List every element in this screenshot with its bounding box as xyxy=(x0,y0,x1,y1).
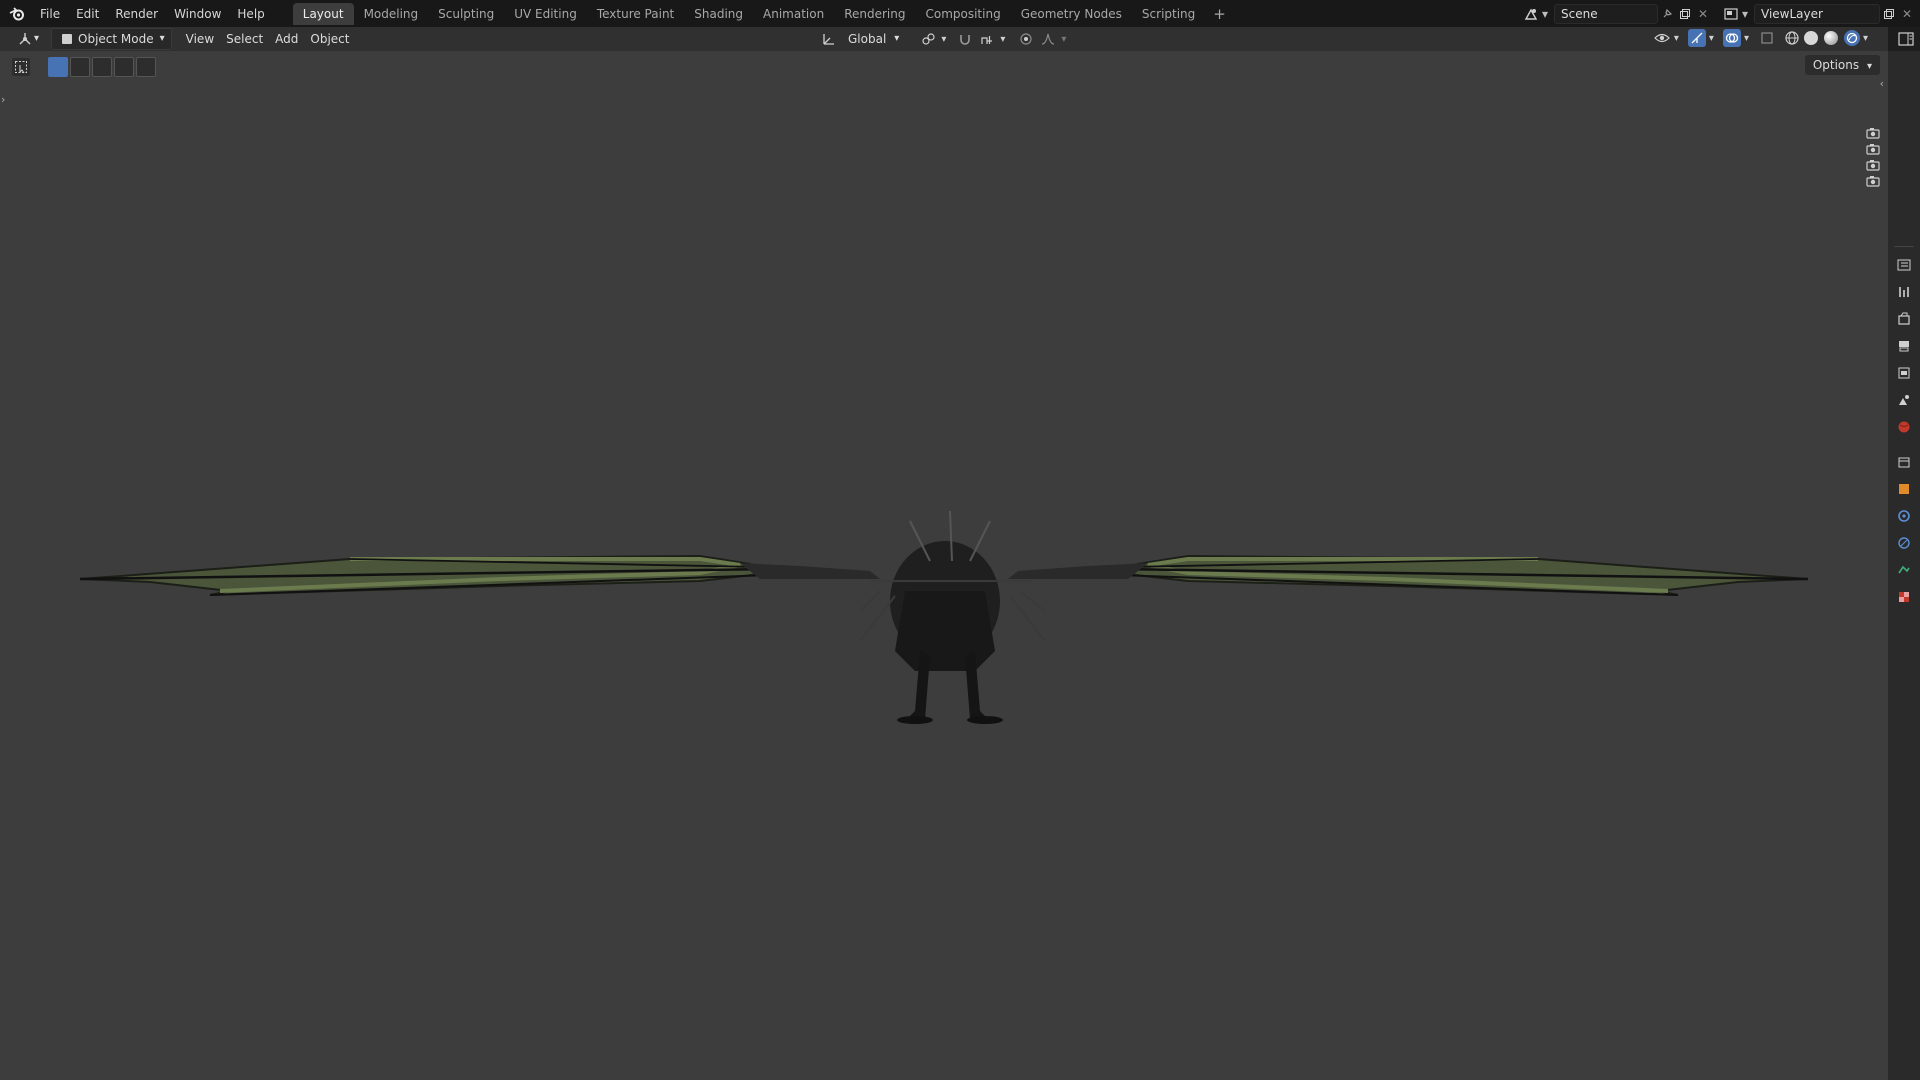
material-preview-icon[interactable] xyxy=(1823,31,1838,45)
tab-geometry-nodes[interactable]: Geometry Nodes xyxy=(1011,3,1132,25)
left-wing xyxy=(79,554,880,596)
transform-orientation-label: Global xyxy=(848,32,887,46)
view-camera-controls xyxy=(1858,127,1888,187)
chevron-down-icon[interactable]: ▾ xyxy=(1674,33,1679,44)
solid-shading-icon[interactable] xyxy=(1803,31,1818,45)
chevron-down-icon: ▾ xyxy=(159,33,165,44)
chevron-down-icon[interactable]: ▾ xyxy=(1863,33,1868,44)
menu-render[interactable]: Render xyxy=(107,3,166,25)
new-scene-icon[interactable] xyxy=(1676,5,1694,23)
menu-help[interactable]: Help xyxy=(229,3,272,25)
dragon-body xyxy=(859,510,1046,724)
snap-target-icon[interactable] xyxy=(978,30,996,48)
chevron-down-icon[interactable]: ▾ xyxy=(941,34,946,45)
tab-modeling[interactable]: Modeling xyxy=(354,3,429,25)
render-properties-icon[interactable] xyxy=(1895,310,1913,328)
close-icon[interactable]: ✕ xyxy=(1694,5,1712,23)
menu-add[interactable]: Add xyxy=(269,29,304,49)
rendered-shading-icon[interactable] xyxy=(1843,30,1860,46)
pin-icon[interactable] xyxy=(1658,5,1676,23)
chevron-down-icon[interactable]: ▾ xyxy=(1744,33,1749,44)
camera-icon[interactable] xyxy=(1866,175,1880,187)
falloff-curve-icon[interactable] xyxy=(1039,30,1057,48)
add-workspace-button[interactable]: + xyxy=(1205,5,1234,23)
overlays-icon[interactable] xyxy=(1722,29,1741,47)
menu-window[interactable]: Window xyxy=(166,3,229,25)
chevron-down-icon[interactable]: ▾ xyxy=(1000,34,1005,45)
tab-animation[interactable]: Animation xyxy=(753,3,834,25)
viewport-display-tools: ▾ ▾ ▾ ▾ xyxy=(1653,29,1868,47)
object-mode-icon xyxy=(58,30,76,48)
menu-object[interactable]: Object xyxy=(304,29,355,49)
scene-icon[interactable] xyxy=(1522,5,1540,23)
world-properties-icon[interactable] xyxy=(1895,418,1913,436)
transform-tools: Global ▾ ▾ ▾ ▾ xyxy=(820,29,1066,49)
properties-tab-bar xyxy=(1888,51,1920,1080)
workspace-tabs: Layout Modeling Sculpting UV Editing Tex… xyxy=(292,0,1234,27)
view-layer-name-field[interactable]: ViewLayer xyxy=(1754,3,1880,24)
camera-icon[interactable] xyxy=(1866,127,1880,139)
chevron-down-icon[interactable]: ▾ xyxy=(1709,33,1714,44)
menu-edit[interactable]: Edit xyxy=(68,3,107,25)
chevron-down-icon[interactable]: ▾ xyxy=(1061,34,1066,45)
transform-orientation-icon[interactable] xyxy=(820,30,838,48)
texture-properties-icon[interactable] xyxy=(1895,588,1913,606)
tab-compositing[interactable]: Compositing xyxy=(915,3,1010,25)
scene-name-field[interactable]: Scene xyxy=(1554,3,1658,24)
transform-orientation-dropdown[interactable]: Global ▾ xyxy=(842,29,905,49)
chevron-down-icon[interactable]: ▾ xyxy=(1540,5,1550,23)
camera-icon[interactable] xyxy=(1866,159,1880,171)
view-layer-icon[interactable] xyxy=(1722,5,1740,23)
proportional-editing-icon[interactable] xyxy=(1017,30,1035,48)
properties-toggle-icon[interactable] xyxy=(1895,256,1913,274)
sidebar-toggle-icon[interactable] xyxy=(1898,32,1914,49)
collection-properties-icon[interactable] xyxy=(1895,453,1913,471)
tab-shading[interactable]: Shading xyxy=(684,3,753,25)
physics-properties-icon[interactable] xyxy=(1895,534,1913,552)
blender-logo-icon[interactable] xyxy=(8,5,26,23)
top-bar: File Edit Render Window Help Layout Mode… xyxy=(0,0,1920,27)
object-mode-label: Object Mode xyxy=(78,32,154,46)
tab-layout[interactable]: Layout xyxy=(292,2,354,25)
object-mode-dropdown[interactable]: Object Mode ▾ xyxy=(51,28,172,50)
tool-settings-icon[interactable] xyxy=(1895,283,1913,301)
gizmo-icon[interactable] xyxy=(1687,29,1706,47)
right-wing xyxy=(1008,554,1809,596)
snap-icon[interactable] xyxy=(956,30,974,48)
xray-toggle-icon[interactable] xyxy=(1758,29,1776,47)
divider xyxy=(1894,246,1914,247)
3d-viewport-icon xyxy=(16,30,34,48)
tab-scripting[interactable]: Scripting xyxy=(1132,3,1205,25)
view-layer-properties-icon[interactable] xyxy=(1895,364,1913,382)
pivot-point-icon[interactable] xyxy=(919,30,937,48)
scene-selector-group: ▾ Scene ✕ ▾ ViewLayer ✕ xyxy=(1522,0,1920,27)
tab-texture-paint[interactable]: Texture Paint xyxy=(587,3,684,25)
chevron-down-icon: ▾ xyxy=(34,33,40,44)
new-view-layer-icon[interactable] xyxy=(1880,5,1898,23)
camera-icon[interactable] xyxy=(1866,143,1880,155)
editor-type-button[interactable]: ▾ xyxy=(10,29,45,49)
chevron-down-icon[interactable]: ▾ xyxy=(1740,5,1750,23)
visibility-eye-icon[interactable] xyxy=(1653,29,1671,47)
chevron-down-icon: ▾ xyxy=(894,33,900,44)
wireframe-shading-icon[interactable] xyxy=(1783,29,1801,47)
tab-sculpting[interactable]: Sculpting xyxy=(428,3,504,25)
modifier-properties-icon[interactable] xyxy=(1895,507,1913,525)
output-properties-icon[interactable] xyxy=(1895,337,1913,355)
scene-properties-icon[interactable] xyxy=(1895,391,1913,409)
close-icon[interactable]: ✕ xyxy=(1898,5,1916,23)
3d-viewport[interactable]: Options ▾ › ‹ xyxy=(0,51,1888,1080)
menu-select[interactable]: Select xyxy=(220,29,269,49)
dragon-model[interactable] xyxy=(0,51,1888,1080)
menu-file[interactable]: File xyxy=(32,3,68,25)
object-data-properties-icon[interactable] xyxy=(1895,561,1913,579)
object-properties-icon[interactable] xyxy=(1895,480,1913,498)
viewport-header: ▾ Object Mode ▾ View Select Add Object G… xyxy=(0,27,1888,51)
menu-view[interactable]: View xyxy=(180,29,220,49)
tab-uv-editing[interactable]: UV Editing xyxy=(504,3,587,25)
tab-rendering[interactable]: Rendering xyxy=(834,3,915,25)
